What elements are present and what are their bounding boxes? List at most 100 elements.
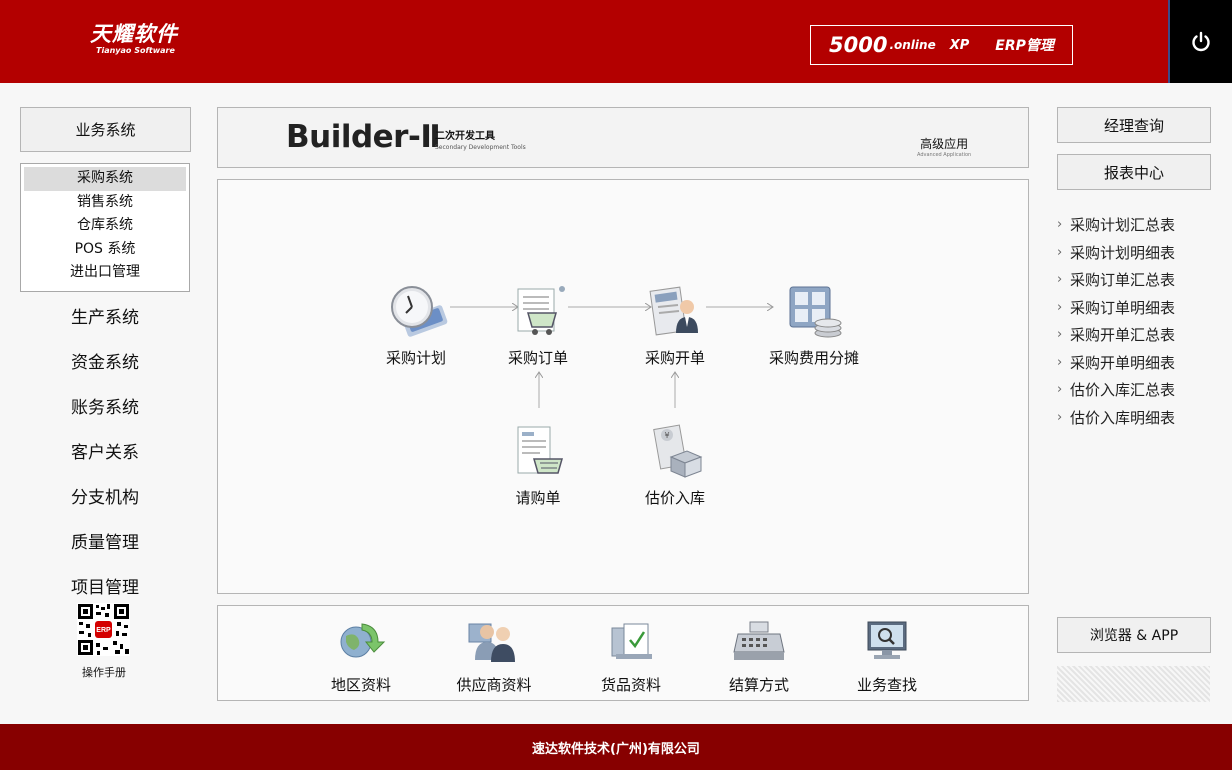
power-icon: [1192, 31, 1210, 51]
clock-document-icon: [391, 286, 448, 337]
product-xp: XP: [949, 37, 970, 53]
report-item-label: 采购计划汇总表: [1070, 216, 1176, 235]
node-purchase-invoice-label: 采购开单: [644, 349, 705, 367]
purchase-flow-panel: 采购计划 采购订单 采购开单 采购费用分摊 请购单 ¥ 估价入库: [217, 179, 1029, 594]
flow-arrows: [450, 180, 1030, 408]
invoice-person-icon: [649, 286, 698, 336]
supplier-people-icon: [468, 623, 515, 662]
report-item-label: 采购订单明细表: [1070, 298, 1176, 317]
report-item[interactable]: › 采购订单汇总表: [1057, 266, 1175, 294]
report-item-label: 采购订单汇总表: [1070, 271, 1176, 290]
report-item[interactable]: › 采购订单明细表: [1057, 294, 1175, 322]
browser-app-button[interactable]: 浏览器 & APP: [1057, 617, 1211, 653]
chevron-right-icon: ›: [1057, 217, 1063, 233]
chevron-right-icon: ›: [1057, 299, 1063, 315]
report-center-button[interactable]: 报表中心: [1057, 154, 1211, 190]
qr-code-icon[interactable]: ERP: [77, 603, 130, 656]
node-requisition[interactable]: 请购单: [502, 423, 574, 508]
base-supplier-label: 供应商资料: [456, 676, 532, 694]
node-estimated-stock-in[interactable]: ¥ 估价入库: [639, 423, 711, 508]
report-item-label: 采购计划明细表: [1070, 243, 1176, 262]
report-item[interactable]: › 采购计划汇总表: [1057, 211, 1175, 239]
builder-subtitle-cn: 二次开发工具: [435, 131, 495, 142]
nav-funds[interactable]: 资金系统: [20, 352, 190, 374]
node-cost-allocation[interactable]: 采购费用分摊: [764, 283, 864, 368]
cash-register-icon: [733, 621, 785, 660]
qr-badge-text: ERP: [96, 627, 111, 634]
node-purchase-order[interactable]: 采购订单: [502, 283, 574, 368]
report-item[interactable]: › 采购开单汇总表: [1057, 321, 1175, 349]
logo-text-cn: 天耀软件: [90, 22, 178, 46]
logo-text-en: Tianyao Software: [96, 46, 175, 55]
product-online: .online: [889, 38, 936, 52]
report-item[interactable]: › 估价入库汇总表: [1057, 376, 1175, 404]
report-item[interactable]: › 采购计划明细表: [1057, 239, 1175, 267]
globe-arrow-icon: [340, 623, 386, 658]
nav-branches[interactable]: 分支机构: [20, 487, 190, 509]
chevron-right-icon: ›: [1057, 409, 1063, 425]
nav-project[interactable]: 项目管理: [20, 577, 190, 599]
footer: 速达软件技术(广州)有限公司: [0, 724, 1232, 770]
order-cart-icon: [517, 286, 565, 335]
manager-query-button[interactable]: 经理查询: [1057, 107, 1211, 143]
stock-in-box-icon: ¥: [653, 424, 703, 478]
product-number: 5000: [829, 33, 888, 57]
brand-logo: 天耀软件 Tianyao Software: [90, 22, 178, 56]
subsystem-warehouse[interactable]: 仓库系统: [24, 214, 186, 238]
advanced-label-cn: 高级应用: [920, 137, 969, 151]
product-erp: ERP管理: [995, 38, 1054, 54]
base-settlement[interactable]: 结算方式: [726, 618, 792, 695]
chevron-right-icon: ›: [1057, 382, 1063, 398]
report-list: › 采购计划汇总表 › 采购计划明细表 › 采购订单汇总表 › 采购订单明细表 › 采购开…: [1057, 211, 1175, 431]
base-settlement-label: 结算方式: [728, 676, 789, 694]
node-requisition-label: 请购单: [515, 489, 561, 507]
base-data-bar: 地区资料 供应商资料 货品资料 结算方式 业务查找: [217, 605, 1029, 701]
chevron-right-icon: ›: [1057, 272, 1063, 288]
node-purchase-plan-label: 采购计划: [385, 349, 446, 367]
company-name: 速达软件技术(广州)有限公司: [532, 741, 700, 757]
goods-checklist-icon: [611, 623, 652, 659]
builder-subtitle-en: Secondary Development Tools: [435, 144, 526, 151]
subsystem-import-export[interactable]: 进出口管理: [24, 261, 186, 285]
node-purchase-invoice[interactable]: 采购开单: [639, 283, 711, 368]
nav-quality[interactable]: 质量管理: [20, 532, 190, 554]
node-purchase-plan[interactable]: 采购计划: [380, 283, 452, 368]
nav-accounting[interactable]: 账务系统: [20, 397, 190, 419]
report-item[interactable]: › 估价入库明细表: [1057, 404, 1175, 432]
chevron-right-icon: ›: [1057, 244, 1063, 260]
calculator-coins-icon: [789, 286, 842, 338]
report-item-label: 采购开单明细表: [1070, 353, 1176, 372]
chevron-right-icon: ›: [1057, 354, 1063, 370]
svg-text:¥: ¥: [664, 431, 669, 440]
node-cost-allocation-label: 采购费用分摊: [768, 349, 859, 367]
node-purchase-order-label: 采购订单: [507, 349, 568, 367]
builder-banner[interactable]: Builder-Ⅱ 二次开发工具 Secondary Development T…: [217, 107, 1029, 168]
base-business-search[interactable]: 业务查找: [854, 618, 920, 695]
report-item-label: 估价入库明细表: [1070, 408, 1176, 427]
base-region[interactable]: 地区资料: [328, 618, 394, 695]
header: 天耀软件 Tianyao Software 5000 .online XP ER…: [0, 0, 1232, 83]
subsystem-list: 采购系统 销售系统 仓库系统 POS 系统 进出口管理: [20, 163, 190, 292]
builder-title: Builder-Ⅱ: [286, 119, 441, 155]
manual-link[interactable]: 操作手册: [62, 664, 146, 680]
subsystem-pos[interactable]: POS 系统: [24, 238, 186, 262]
nav-production[interactable]: 生产系统: [20, 307, 190, 329]
base-goods[interactable]: 货品资料: [598, 618, 664, 695]
report-item-label: 采购开单汇总表: [1070, 326, 1176, 345]
subsystem-purchase[interactable]: 采购系统: [24, 167, 186, 191]
report-item[interactable]: › 采购开单明细表: [1057, 349, 1175, 377]
business-system-button[interactable]: 业务系统: [20, 107, 191, 152]
base-goods-label: 货品资料: [600, 676, 661, 694]
report-item-label: 估价入库汇总表: [1070, 381, 1176, 400]
power-button[interactable]: [1168, 0, 1232, 83]
advanced-label-en: Advanced Application: [917, 152, 972, 158]
advanced-application-link[interactable]: 高级应用 Advanced Application: [917, 135, 971, 158]
monitor-search-icon: [867, 621, 907, 659]
requisition-form-icon: [517, 426, 563, 474]
node-estimated-stock-in-label: 估价入库: [644, 489, 705, 507]
builder-subtitle: 二次开发工具 Secondary Development Tools: [435, 127, 526, 151]
base-supplier[interactable]: 供应商资料: [454, 618, 534, 695]
nav-crm[interactable]: 客户关系: [20, 442, 190, 464]
app-pattern-decoration: [1057, 666, 1210, 702]
subsystem-sales[interactable]: 销售系统: [24, 191, 186, 215]
